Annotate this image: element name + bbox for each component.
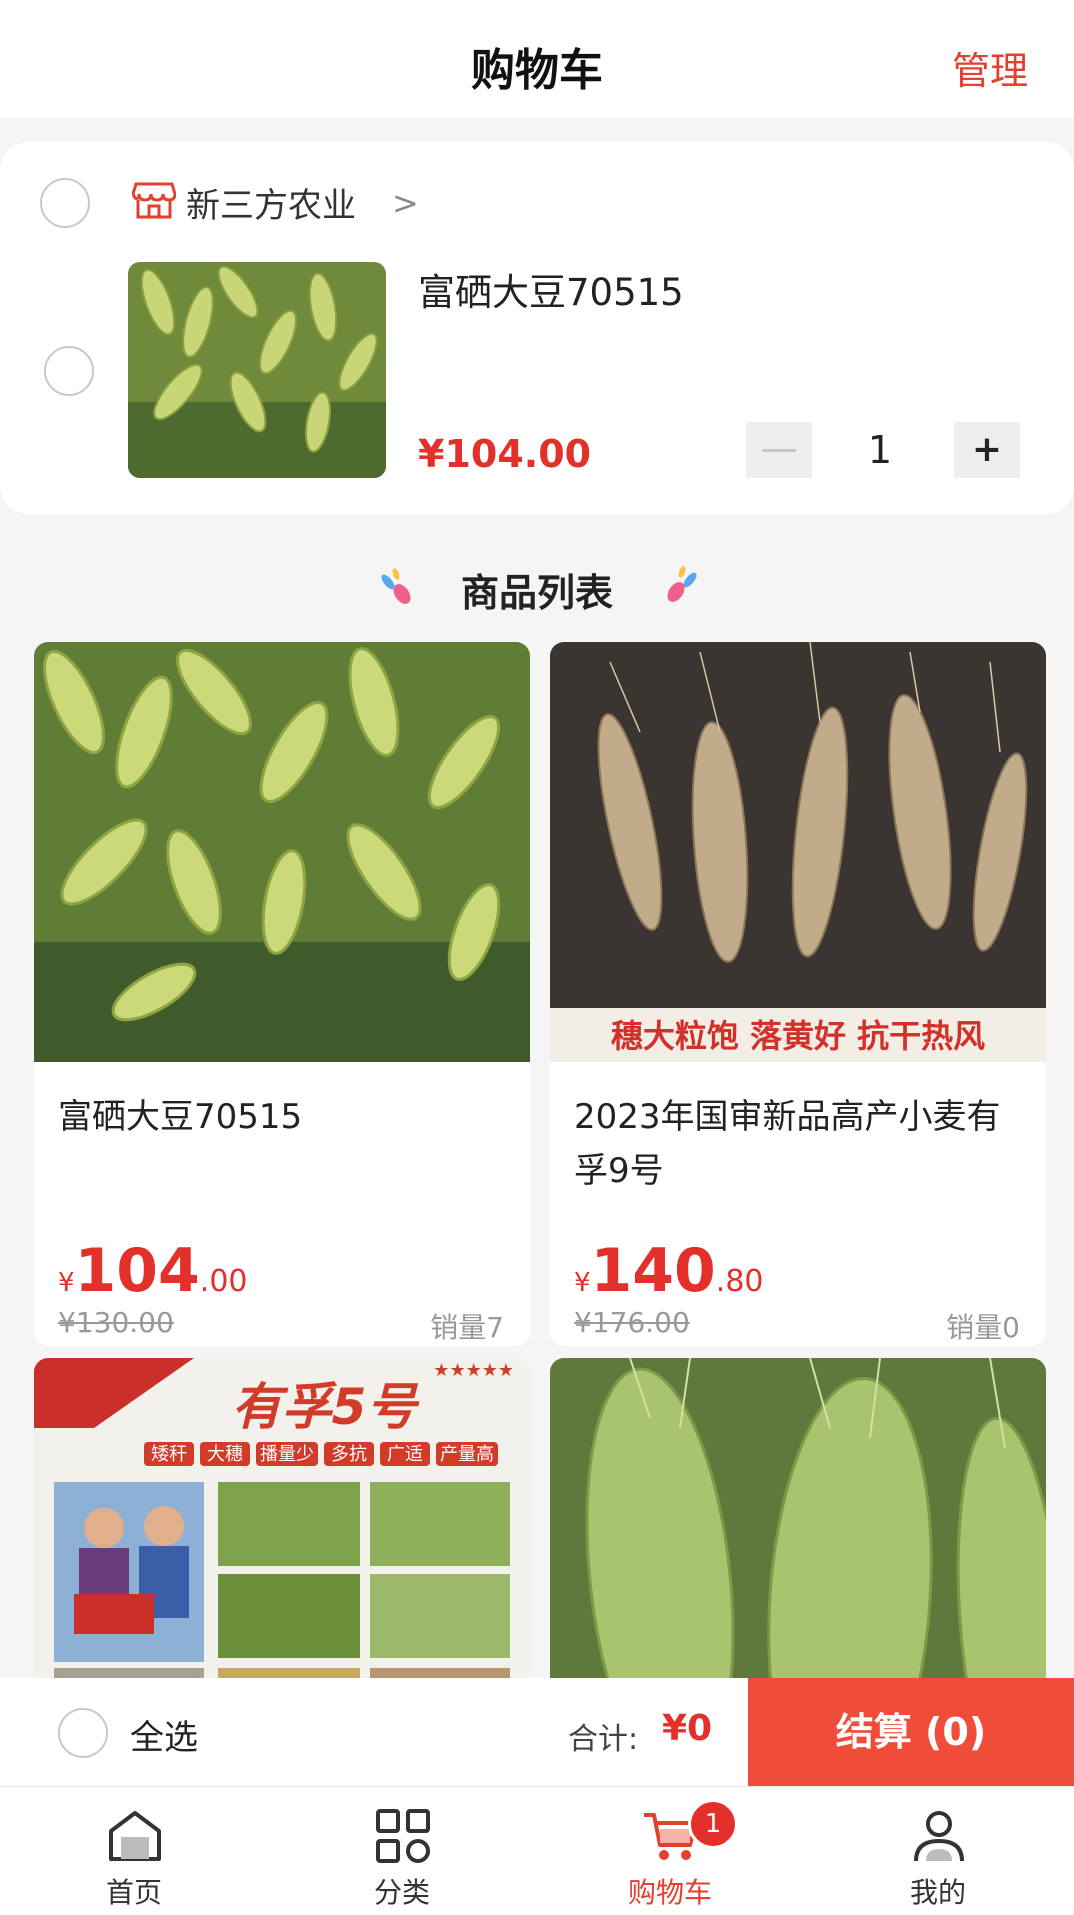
home-icon bbox=[109, 1811, 161, 1861]
product-image[interactable]: 穗大粒饱 落黄好 抗干热风 bbox=[550, 642, 1046, 1062]
svg-text:广适: 广适 bbox=[387, 1444, 423, 1465]
header-bar: 购物车 管理 bbox=[0, 0, 1074, 118]
product-original-price: ¥130.00 bbox=[58, 1306, 174, 1339]
svg-text:★★★★★: ★★★★★ bbox=[433, 1360, 514, 1381]
product-price: ¥140.80 bbox=[574, 1236, 764, 1306]
tab-label: 分类 bbox=[373, 1876, 430, 1909]
shop-select-radio[interactable] bbox=[40, 178, 90, 228]
product-image[interactable] bbox=[34, 642, 530, 1062]
quantity-increase-button[interactable]: + bbox=[954, 422, 1020, 478]
tab-profile[interactable]: 我的 bbox=[804, 1787, 1072, 1915]
product-card[interactable] bbox=[550, 1358, 1046, 1678]
product-sales: 销量7 bbox=[430, 1311, 504, 1344]
select-all-label[interactable]: 全选 bbox=[130, 1710, 198, 1759]
quantity-value[interactable]: 1 bbox=[840, 428, 920, 472]
tab-home[interactable]: 首页 bbox=[0, 1787, 268, 1915]
sparkle-icon bbox=[667, 566, 697, 602]
page-title: 购物车 bbox=[471, 45, 603, 96]
svg-text:播量少: 播量少 bbox=[260, 1444, 314, 1465]
bottom-tab-bar: 首页 分类 1 购物车 我的 bbox=[0, 1786, 1074, 1915]
product-original-price: ¥176.00 bbox=[574, 1306, 690, 1339]
product-card[interactable]: 有孚5号 ★★★★★ 矮秆 大穗 播量少 多抗 广适 产量高 bbox=[34, 1358, 530, 1678]
checkout-button[interactable]: 结算 (0) bbox=[748, 1678, 1074, 1786]
tab-label: 首页 bbox=[105, 1876, 162, 1909]
tab-cart[interactable]: 1 购物车 bbox=[536, 1787, 804, 1915]
tab-label: 购物车 bbox=[627, 1876, 712, 1909]
product-banner-text: 穗大粒饱 落黄好 抗干热风 bbox=[611, 1017, 985, 1055]
svg-text:多抗: 多抗 bbox=[331, 1444, 367, 1465]
product-name[interactable]: 富硒大豆70515 bbox=[58, 1090, 498, 1144]
tab-label: 我的 bbox=[909, 1876, 966, 1909]
product-name[interactable]: 2023年国审新品高产小麦有孚9号 bbox=[574, 1090, 1014, 1198]
svg-text:大穗: 大穗 bbox=[207, 1444, 243, 1465]
product-card[interactable]: 富硒大豆70515 ¥104.00 ¥130.00 销量7 bbox=[34, 642, 530, 1346]
svg-text:矮秆: 矮秆 bbox=[151, 1444, 187, 1465]
chevron-right-icon[interactable]: > bbox=[392, 184, 419, 222]
tab-category[interactable]: 分类 bbox=[268, 1787, 536, 1915]
user-icon bbox=[914, 1811, 964, 1862]
item-select-radio[interactable] bbox=[44, 346, 94, 396]
cart-product-name[interactable]: 富硒大豆70515 bbox=[418, 262, 684, 316]
manage-button[interactable]: 管理 bbox=[952, 40, 1028, 95]
cart-count-badge: 1 bbox=[688, 1799, 738, 1849]
product-image[interactable]: 有孚5号 ★★★★★ 矮秆 大穗 播量少 多抗 广适 产量高 bbox=[34, 1358, 530, 1678]
checkout-bar: 全选 合计: ¥0 结算 (0) bbox=[0, 1678, 1074, 1786]
total-value: ¥0 bbox=[662, 1708, 713, 1749]
product-sales: 销量0 bbox=[946, 1311, 1020, 1344]
select-all-radio[interactable] bbox=[58, 1708, 108, 1758]
cart-product-image[interactable] bbox=[128, 262, 386, 478]
product-image[interactable] bbox=[550, 1358, 1046, 1678]
grid-icon bbox=[376, 1809, 430, 1863]
cart-product-price: ¥104.00 bbox=[418, 432, 592, 476]
svg-text:产量高: 产量高 bbox=[440, 1444, 494, 1465]
product-price: ¥104.00 bbox=[58, 1236, 248, 1306]
section-title: 商品列表 bbox=[460, 571, 613, 615]
shop-name[interactable]: 新三方农业 bbox=[186, 178, 356, 227]
quantity-decrease-button[interactable] bbox=[746, 422, 812, 478]
total-label: 合计: bbox=[568, 1722, 639, 1757]
poster-title: 有孚5号 bbox=[232, 1378, 421, 1436]
product-card[interactable]: 穗大粒饱 落黄好 抗干热风 2023年国审新品高产小麦有孚9号 ¥140.80 … bbox=[550, 642, 1046, 1346]
store-icon bbox=[132, 182, 176, 219]
